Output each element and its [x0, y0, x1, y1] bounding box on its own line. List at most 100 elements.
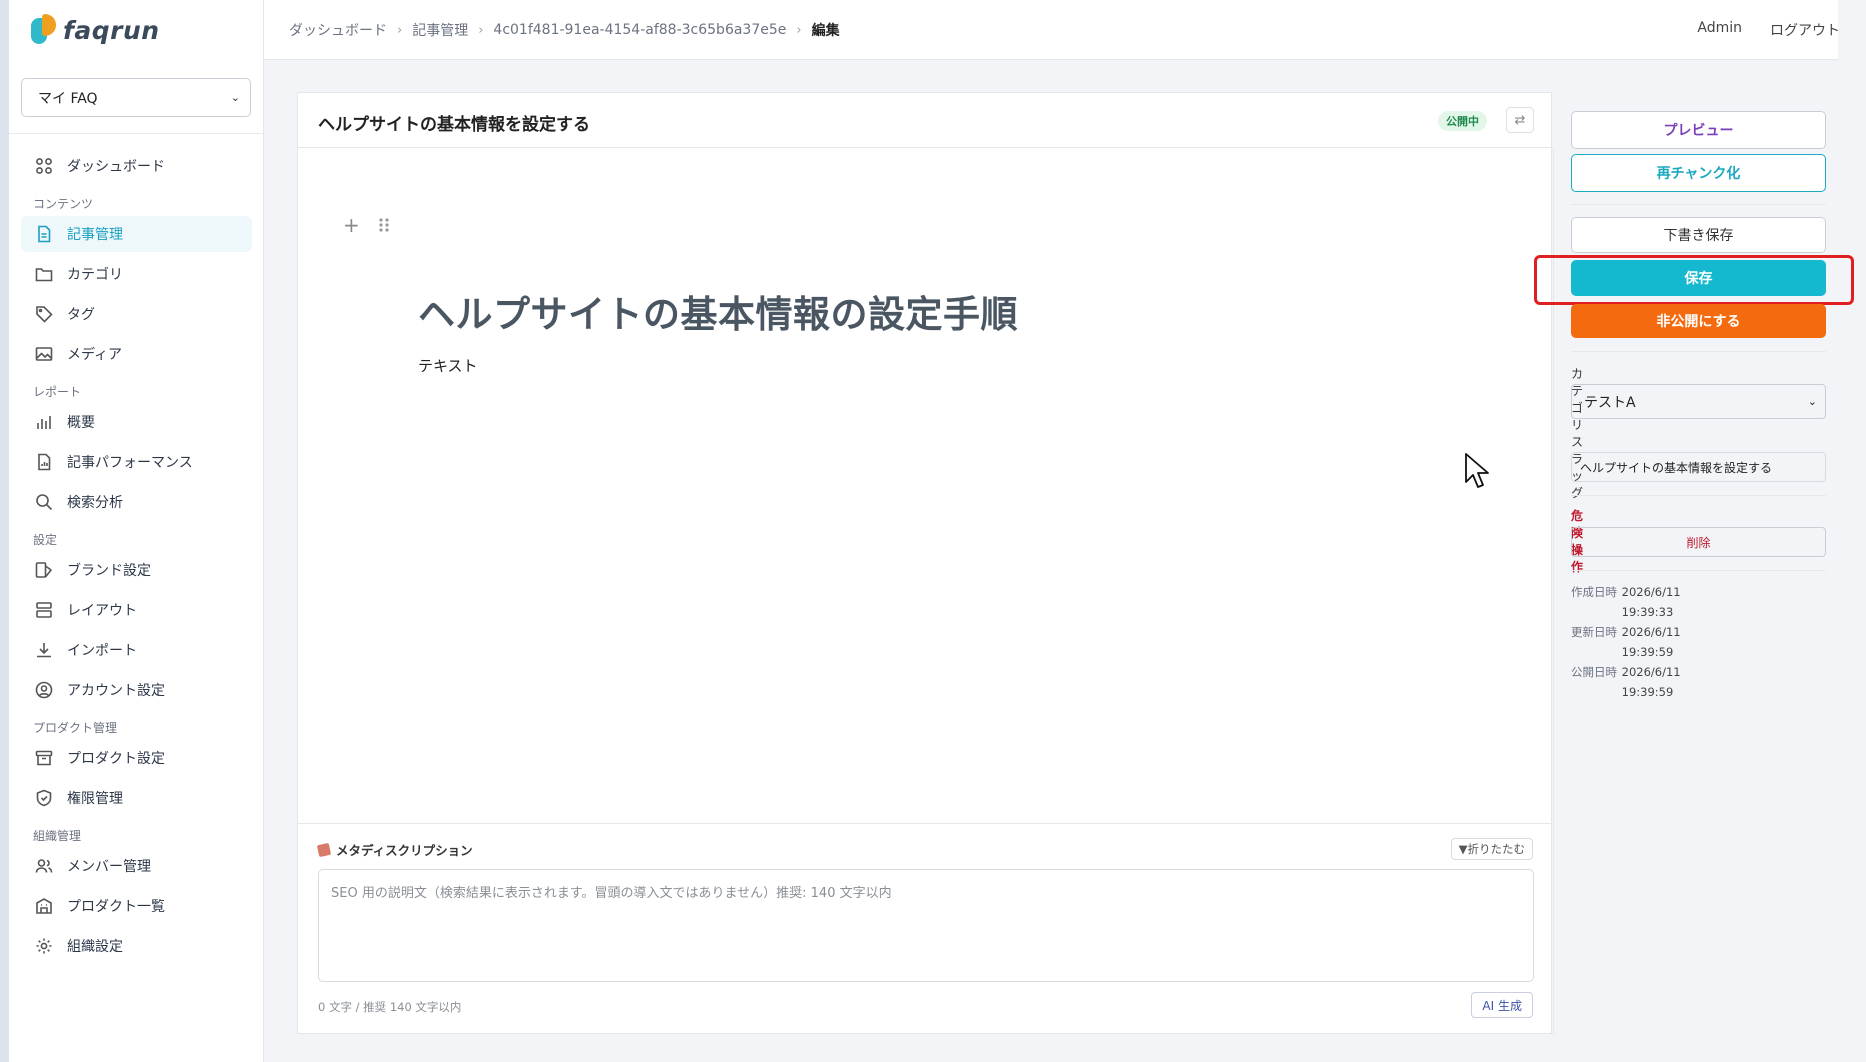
- meta-description-section: メタディスクリプション ▼折りたたむ SEO 用の説明文（検索結果に表示されます…: [298, 823, 1554, 1035]
- gear-icon: [35, 937, 53, 955]
- sidebar-item[interactable]: 記事パフォーマンス: [21, 444, 252, 480]
- meta-description-input[interactable]: SEO 用の説明文（検索結果に表示されます。冒頭の導入文ではありません）推奨: …: [318, 869, 1534, 982]
- chevron-down-icon: ⌄: [230, 91, 240, 104]
- sidebar-item-label: タグ: [67, 307, 95, 323]
- sidebar-item[interactable]: 組織設定: [21, 928, 252, 964]
- sidebar-item[interactable]: レイアウト: [21, 592, 252, 628]
- download-icon: [35, 641, 53, 659]
- sidebar-item[interactable]: メディア: [21, 336, 252, 372]
- meta-description-label: メタディスクリプション: [336, 843, 473, 858]
- breadcrumb-dashboard[interactable]: ダッシュボード: [289, 20, 387, 40]
- category-select[interactable]: テストA ⌄: [1571, 384, 1826, 419]
- breadcrumb-articles[interactable]: 記事管理: [412, 20, 468, 40]
- sidebar-item-label: インポート: [67, 643, 137, 659]
- save-draft-button[interactable]: 下書き保存: [1571, 217, 1826, 253]
- sidebar-nav: ダッシュボード コンテンツ 記事管理 カテゴリ タグ メディア レポート 概要 記事パフォーマン…: [9, 148, 264, 968]
- collapse-button[interactable]: ▼折りたたむ: [1450, 838, 1533, 860]
- user-name[interactable]: Admin: [1697, 20, 1742, 40]
- rechunk-button[interactable]: 再チャンク化: [1571, 154, 1826, 192]
- document-icon: [35, 225, 53, 243]
- add-block-icon[interactable]: +: [343, 213, 360, 237]
- highlight-annotation: [1534, 255, 1854, 305]
- sidebar-item-label: アカウント設定: [67, 683, 165, 699]
- article-editor-card: ヘルプサイトの基本情報を設定する 公開中 ⇄ + ヘルプサイトの基本情報の設定手…: [297, 92, 1854, 1035]
- sidebar-item[interactable]: インポート: [21, 632, 252, 668]
- sidebar-item-label: ブランド設定: [67, 563, 151, 579]
- sidebar-item[interactable]: メンバー管理: [21, 848, 252, 884]
- layout-icon: [35, 601, 53, 619]
- sidebar-item[interactable]: 記事管理: [21, 216, 252, 252]
- sidebar-item-label: 記事パフォーマンス: [67, 455, 193, 471]
- sidebar-item[interactable]: プロダクト一覧: [21, 888, 252, 924]
- sidebar-item[interactable]: アカウント設定: [21, 672, 252, 708]
- meta-char-count: 0 文字 / 推奨 140 文字以内: [318, 1000, 462, 1014]
- date-value: 2026/6/11 19:39:59: [1621, 665, 1681, 699]
- workspace-select[interactable]: マイ FAQ ⌄: [21, 78, 251, 117]
- preview-button[interactable]: プレビュー: [1571, 111, 1826, 149]
- nav-group-label: プロダクト管理: [33, 721, 118, 735]
- top-header: ダッシュボード › 記事管理 › 4c01f481-91ea-4154-af88…: [264, 0, 1866, 60]
- nav-group-label: 設定: [33, 533, 58, 547]
- user-menu: Admin ログアウト: [1697, 20, 1840, 40]
- box-icon: [35, 749, 53, 767]
- panel-divider: [1571, 495, 1826, 496]
- memo-icon: [316, 842, 332, 857]
- user-circle-icon: [35, 681, 53, 699]
- building-icon: [35, 897, 53, 915]
- chevron-right-icon: ›: [397, 22, 403, 38]
- sidebar-item[interactable]: カテゴリ: [21, 256, 252, 292]
- sidebar-item-label: プロダクト設定: [67, 751, 165, 767]
- chevron-right-icon: ›: [796, 22, 802, 38]
- chevron-down-icon: ⌄: [1807, 395, 1817, 408]
- search-icon: [35, 493, 53, 511]
- page-scrollbar[interactable]: [1838, 0, 1866, 1062]
- sidebar-item-label: プロダクト一覧: [67, 899, 165, 915]
- sidebar-item[interactable]: 権限管理: [21, 780, 252, 816]
- date-row: 公開日時 2026/6/11 19:39:59: [1571, 662, 1702, 702]
- article-header: ヘルプサイトの基本情報を設定する 公開中 ⇄: [298, 93, 1554, 148]
- breadcrumb-article-id[interactable]: 4c01f481-91ea-4154-af88-3c65b6a37e5e: [493, 22, 786, 38]
- sidebar-item[interactable]: 概要: [21, 404, 252, 440]
- swap-button[interactable]: ⇄: [1506, 107, 1534, 133]
- content-heading[interactable]: ヘルプサイトの基本情報の設定手順: [418, 284, 1018, 338]
- panel-divider: [1571, 351, 1826, 352]
- logo-text: faqrun: [63, 15, 160, 45]
- drag-handle-icon[interactable]: [378, 217, 390, 237]
- brand-icon: [35, 561, 53, 579]
- slug-input[interactable]: ヘルプサイトの基本情報を設定する: [1571, 452, 1826, 482]
- sidebar-item-label: メディア: [67, 347, 123, 363]
- date-label: 更新日時: [1571, 625, 1617, 639]
- bar-chart-icon: [35, 413, 53, 431]
- content-editor[interactable]: + ヘルプサイトの基本情報の設定手順 テキスト: [298, 149, 1554, 824]
- app-logo[interactable]: faqrun: [31, 12, 160, 48]
- document-chart-icon: [35, 453, 53, 471]
- sidebar-item-label: 組織設定: [67, 939, 123, 955]
- date-value: 2026/6/11 19:39:59: [1621, 625, 1681, 659]
- date-value: 2026/6/11 19:39:33: [1621, 585, 1681, 619]
- nav-group-label: 組織管理: [33, 829, 82, 843]
- dashboard-icon: [35, 157, 53, 175]
- mouse-cursor-icon: [1465, 453, 1489, 488]
- sidebar-item[interactable]: プロダクト設定: [21, 740, 252, 776]
- sidebar-item-label: 検索分析: [67, 495, 123, 511]
- ai-generate-button[interactable]: AI 生成: [1471, 992, 1533, 1018]
- shield-icon: [35, 789, 53, 807]
- tag-icon: [35, 305, 53, 323]
- status-badge: 公開中: [1438, 111, 1487, 131]
- panel-divider: [1571, 570, 1826, 571]
- users-icon: [35, 857, 53, 875]
- delete-button[interactable]: 削除: [1571, 527, 1826, 557]
- sidebar-item[interactable]: ダッシュボード: [21, 148, 252, 184]
- sidebar-item[interactable]: 検索分析: [21, 484, 252, 520]
- date-label: 作成日時: [1571, 585, 1617, 599]
- sidebar-divider: [9, 133, 264, 134]
- sidebar-item[interactable]: タグ: [21, 296, 252, 332]
- sidebar-item[interactable]: ブランド設定: [21, 552, 252, 588]
- sidebar-item-label: 概要: [67, 415, 95, 431]
- logout-link[interactable]: ログアウト: [1770, 20, 1840, 40]
- image-icon: [35, 345, 53, 363]
- unpublish-button[interactable]: 非公開にする: [1571, 304, 1826, 338]
- sidebar-item-label: レイアウト: [67, 603, 137, 619]
- sidebar-item-label: 権限管理: [67, 791, 123, 807]
- content-paragraph[interactable]: テキスト: [418, 355, 478, 376]
